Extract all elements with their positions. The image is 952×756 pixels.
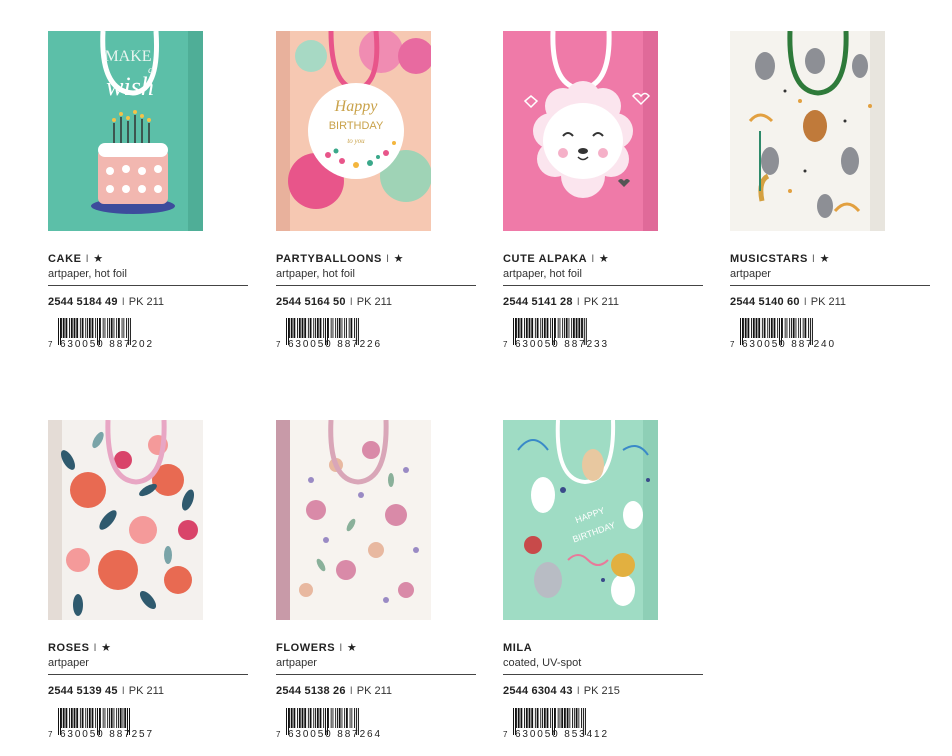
gift-bag-mila-image: HAPPY BIRTHDAY bbox=[503, 420, 658, 620]
separator: I bbox=[811, 253, 816, 265]
separator: I bbox=[339, 642, 343, 654]
barcode-digits: 630050 887226 bbox=[288, 339, 380, 348]
gift-bag-partyballoons-image: Happy BIRTHDAY to you bbox=[276, 31, 431, 231]
pack-size: PK 211 bbox=[128, 296, 165, 308]
pack-size: PK 211 bbox=[810, 296, 847, 308]
product-material: artpaper, hot foil bbox=[503, 268, 582, 280]
star-icon: ★ bbox=[819, 253, 831, 265]
separator: I bbox=[93, 642, 98, 654]
article-number: 2544 6304 43 bbox=[503, 685, 573, 697]
product-name: CAKE bbox=[48, 253, 82, 265]
pack-size: PK 211 bbox=[583, 296, 620, 308]
barcode: 7 630050 853412 bbox=[503, 708, 607, 738]
article-number: 2544 5139 45 bbox=[48, 685, 118, 697]
svg-text:BIRTHDAY: BIRTHDAY bbox=[329, 120, 384, 132]
barcode-digits: 630050 887233 bbox=[515, 339, 607, 348]
bag-text: Happy bbox=[334, 98, 379, 115]
product-material: coated, UV-spot bbox=[503, 657, 582, 669]
divider bbox=[276, 674, 476, 675]
barcode-digits: 630050 853412 bbox=[515, 729, 607, 738]
gift-bag-flowers-image bbox=[276, 420, 431, 620]
barcode-digits: 630050 887257 bbox=[60, 729, 152, 738]
divider bbox=[276, 285, 476, 286]
divider bbox=[503, 674, 703, 675]
separator: I bbox=[591, 253, 595, 265]
divider bbox=[48, 285, 248, 286]
product-name: PARTYBALLOONS bbox=[276, 253, 382, 265]
barcode-digits: 630050 887264 bbox=[288, 729, 380, 738]
gift-bag-cute-alpaka-image bbox=[503, 31, 658, 231]
product-material: artpaper, hot foil bbox=[48, 268, 127, 280]
divider bbox=[730, 285, 930, 286]
svg-text:7: 7 bbox=[48, 340, 53, 348]
product-name: FLOWERS bbox=[276, 642, 336, 654]
product-material: artpaper bbox=[730, 268, 771, 280]
svg-text:7: 7 bbox=[730, 340, 735, 348]
svg-text:to you: to you bbox=[347, 137, 365, 145]
star-icon: ★ bbox=[598, 253, 610, 265]
gift-bag-musicstars-image bbox=[730, 31, 885, 231]
svg-text:7: 7 bbox=[276, 340, 281, 348]
svg-text:7: 7 bbox=[276, 730, 281, 738]
barcode-digits: 630050 887240 bbox=[742, 339, 834, 348]
product-name: MUSICSTARS bbox=[730, 253, 808, 265]
separator: I bbox=[385, 253, 390, 265]
svg-text:7: 7 bbox=[48, 730, 53, 738]
svg-text:7: 7 bbox=[503, 730, 508, 738]
gift-bag-cake-image: MAKE a wish bbox=[48, 31, 203, 231]
star-icon: ★ bbox=[101, 642, 112, 654]
product-name: CUTE ALPAKA bbox=[503, 253, 588, 265]
barcode-digits: 630050 887202 bbox=[60, 339, 152, 348]
barcode: 7 630050 887226 bbox=[276, 318, 380, 348]
pack-size: PK 211 bbox=[356, 296, 393, 308]
bag-text: MAKE bbox=[104, 48, 151, 65]
article-number: 2544 5184 49 bbox=[48, 296, 118, 308]
catalog-page: { "products": [ {"name":"CAKE","material… bbox=[0, 0, 952, 756]
separator: I bbox=[85, 253, 90, 265]
product-material: artpaper bbox=[48, 657, 89, 669]
barcode: 7 630050 887233 bbox=[503, 318, 607, 348]
gift-bag-roses-image bbox=[48, 420, 203, 620]
star-icon: ★ bbox=[93, 253, 104, 265]
barcode: 7 630050 887202 bbox=[48, 318, 152, 348]
barcode: 7 630050 887264 bbox=[276, 708, 380, 738]
article-number: 2544 5138 26 bbox=[276, 685, 346, 697]
divider bbox=[503, 285, 703, 286]
article-number: 2544 5141 28 bbox=[503, 296, 573, 308]
article-number: 2544 5140 60 bbox=[730, 296, 800, 308]
divider bbox=[48, 674, 248, 675]
article-number: 2544 5164 50 bbox=[276, 296, 346, 308]
barcode: 7 630050 887257 bbox=[48, 708, 152, 738]
star-icon: ★ bbox=[393, 253, 405, 265]
star-icon: ★ bbox=[346, 642, 358, 654]
pack-size: PK 215 bbox=[583, 685, 620, 697]
product-material: artpaper bbox=[276, 657, 317, 669]
svg-text:wish: wish bbox=[106, 72, 154, 101]
product-material: artpaper, hot foil bbox=[276, 268, 355, 280]
product-name: MILA bbox=[503, 642, 533, 654]
product-name: ROSES bbox=[48, 642, 90, 654]
svg-text:7: 7 bbox=[503, 340, 508, 348]
pack-size: PK 211 bbox=[128, 685, 165, 697]
pack-size: PK 211 bbox=[356, 685, 393, 697]
barcode: 7 630050 887240 bbox=[730, 318, 834, 348]
